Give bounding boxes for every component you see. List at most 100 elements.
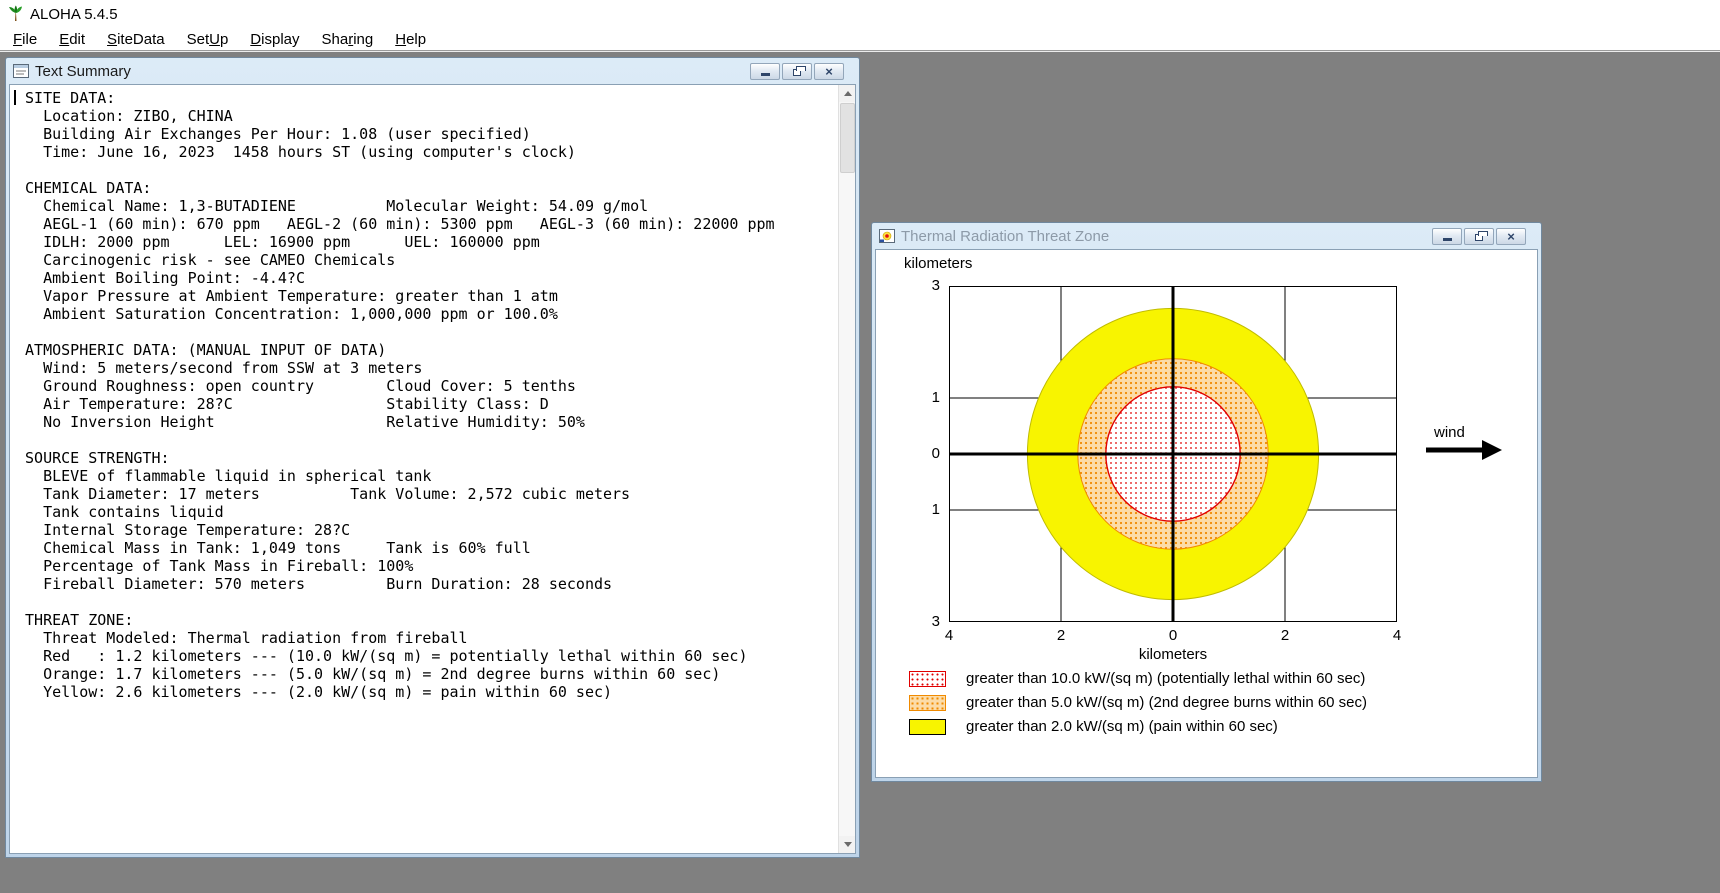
- app-title: ALOHA 5.4.5: [30, 6, 118, 23]
- x-tick: 4: [944, 627, 954, 644]
- wind-arrow-icon: [1426, 440, 1502, 460]
- minimize-icon: [760, 73, 770, 76]
- menu-item[interactable]: SiteData: [96, 29, 176, 50]
- text-line: IDLH: 2000 ppm LEL: 16900 ppm UEL: 16000…: [16, 233, 540, 251]
- y-tick: 0: [931, 445, 940, 462]
- menu-item[interactable]: File: [2, 29, 48, 50]
- y-axis-label: kilometers: [904, 255, 973, 272]
- text-line: Percentage of Tank Mass in Fireball: 100…: [16, 557, 414, 575]
- threat-zone-window: Thermal Radiation Threat Zone × kilomete…: [871, 222, 1542, 782]
- y-tick: 3: [931, 277, 940, 294]
- text-line: THREAT ZONE:: [16, 611, 134, 629]
- window-title: Text Summary: [35, 62, 131, 80]
- threat-zone-plot: [949, 286, 1397, 622]
- text-summary-content: SITE DATA: Location: ZIBO, CHINA Buildin…: [9, 84, 856, 854]
- text-line: Internal Storage Temperature: 28?C: [16, 521, 351, 539]
- legend-swatch: [909, 670, 946, 687]
- scroll-down-button[interactable]: [839, 836, 855, 853]
- minimize-icon: [1442, 238, 1452, 241]
- x-tick: 4: [1392, 627, 1402, 644]
- legend-label: greater than 10.0 kW/(sq m) (potentially…: [966, 670, 1366, 687]
- text-summary-text: SITE DATA: Location: ZIBO, CHINA Buildin…: [16, 89, 833, 701]
- scroll-up-button[interactable]: [839, 85, 855, 102]
- close-button[interactable]: ×: [1496, 227, 1526, 245]
- threat-zone-chart: [949, 286, 1397, 622]
- text-line: Carcinogenic risk - see CAMEO Chemicals: [16, 251, 396, 269]
- text-window-icon: [13, 64, 29, 78]
- text-line: Ambient Boiling Point: -4.4?C: [16, 269, 305, 287]
- text-line: Chemical Mass in Tank: 1,049 tons Tank i…: [16, 539, 531, 557]
- scroll-up-icon: [843, 91, 852, 96]
- close-button[interactable]: ×: [814, 62, 844, 80]
- text-line: Orange: 1.7 kilometers --- (5.0 kW/(sq m…: [16, 665, 721, 683]
- menu-item[interactable]: Help: [384, 29, 437, 50]
- text-line: Threat Modeled: Thermal radiation from f…: [16, 629, 468, 647]
- caption-buttons: ×: [1432, 227, 1534, 245]
- restore-icon: [793, 65, 806, 76]
- x-tick: 2: [1280, 627, 1290, 644]
- text-line: Tank Diameter: 17 meters Tank Volume: 2,…: [16, 485, 631, 503]
- text-line: Ambient Saturation Concentration: 1,000,…: [16, 305, 558, 323]
- text-line: CHEMICAL DATA:: [16, 179, 152, 197]
- menu-item[interactable]: Display: [239, 29, 310, 50]
- menubar: File Edit SiteData SetUp Display Sharing…: [0, 28, 1720, 51]
- app-titlebar: ALOHA 5.4.5: [0, 0, 1720, 28]
- text-line: No Inversion Height Relative Humidity: 5…: [16, 413, 585, 431]
- legend-label: greater than 2.0 kW/(sq m) (pain within …: [966, 718, 1278, 735]
- text-line: AEGL-1 (60 min): 670 ppm AEGL-2 (60 min)…: [16, 215, 775, 233]
- legend-swatch: [909, 718, 946, 735]
- y-tick: 1: [931, 389, 940, 406]
- text-line: Tank contains liquid: [16, 503, 224, 521]
- text-summary-titlebar[interactable]: Text Summary ×: [9, 58, 856, 84]
- text-line: [16, 323, 833, 341]
- legend-row: greater than 5.0 kW/(sq m) (2nd degree b…: [909, 694, 1367, 711]
- text-line: Yellow: 2.6 kilometers --- (2.0 kW/(sq m…: [16, 683, 613, 701]
- caption-buttons: ×: [750, 62, 852, 80]
- aloha-app-icon: [7, 5, 24, 22]
- text-line: Time: June 16, 2023 1458 hours ST (using…: [16, 143, 576, 161]
- legend-row: greater than 10.0 kW/(sq m) (potentially…: [909, 670, 1367, 687]
- threat-legend: greater than 10.0 kW/(sq m) (potentially…: [909, 670, 1367, 742]
- text-line: Fireball Diameter: 570 meters Burn Durat…: [16, 575, 613, 593]
- text-line: Location: ZIBO, CHINA: [16, 107, 233, 125]
- x-tick: 0: [1168, 627, 1178, 644]
- threat-zone-titlebar[interactable]: Thermal Radiation Threat Zone ×: [875, 223, 1538, 249]
- text-line: ATMOSPHERIC DATA: (MANUAL INPUT OF DATA): [16, 341, 387, 359]
- restore-button[interactable]: [1464, 227, 1494, 245]
- minimize-button[interactable]: [1432, 227, 1462, 245]
- restore-button[interactable]: [782, 62, 812, 80]
- threat-plot-icon: [879, 229, 895, 243]
- text-line: Air Temperature: 28?C Stability Class: D: [16, 395, 549, 413]
- legend-swatch: [909, 694, 946, 711]
- text-line: Ground Roughness: open country Cloud Cov…: [16, 377, 576, 395]
- vertical-scrollbar[interactable]: [838, 85, 855, 853]
- x-axis-label: kilometers: [1138, 646, 1208, 663]
- text-line: Vapor Pressure at Ambient Temperature: g…: [16, 287, 558, 305]
- x-tick: 2: [1056, 627, 1066, 644]
- restore-icon: [1475, 230, 1488, 241]
- menu-item[interactable]: Edit: [48, 29, 96, 50]
- text-line: SITE DATA:: [16, 89, 116, 107]
- text-summary-window: Text Summary × SITE DATA: Location: ZIBO…: [5, 57, 860, 858]
- text-line: [16, 161, 833, 179]
- text-line: [16, 431, 833, 449]
- scrollbar-thumb[interactable]: [840, 103, 855, 173]
- text-line: Building Air Exchanges Per Hour: 1.08 (u…: [16, 125, 531, 143]
- text-line: BLEVE of flammable liquid in spherical t…: [16, 467, 432, 485]
- text-line: Red : 1.2 kilometers --- (10.0 kW/(sq m)…: [16, 647, 748, 665]
- legend-row: greater than 2.0 kW/(sq m) (pain within …: [909, 718, 1367, 735]
- text-line: SOURCE STRENGTH:: [16, 449, 170, 467]
- text-line: Wind: 5 meters/second from SSW at 3 mete…: [16, 359, 423, 377]
- menu-item[interactable]: Sharing: [311, 29, 385, 50]
- menu-item[interactable]: SetUp: [176, 29, 240, 50]
- y-tick: 1: [931, 501, 940, 518]
- close-icon: ×: [825, 63, 833, 79]
- text-line: [16, 593, 833, 611]
- y-tick: 3: [931, 613, 940, 630]
- close-icon: ×: [1507, 228, 1515, 244]
- window-title: Thermal Radiation Threat Zone: [901, 227, 1110, 245]
- scroll-down-icon: [843, 842, 852, 847]
- text-line: Chemical Name: 1,3-BUTADIENE Molecular W…: [16, 197, 649, 215]
- minimize-button[interactable]: [750, 62, 780, 80]
- threat-zone-content: kilometers 3 1 0 1 3 4 2 0 2 4 kilometer…: [875, 249, 1538, 778]
